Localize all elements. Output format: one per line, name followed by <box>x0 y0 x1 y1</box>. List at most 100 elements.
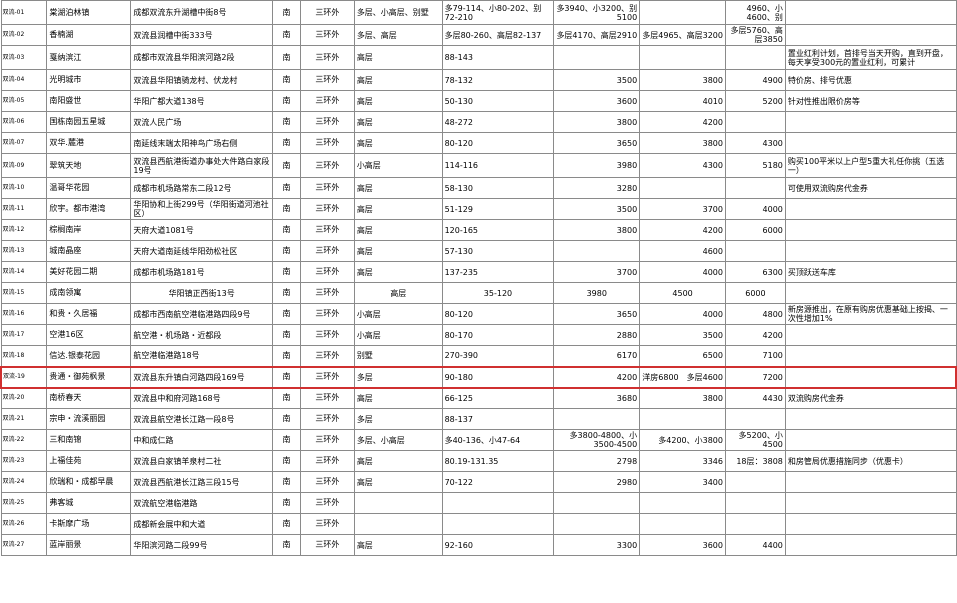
price-mid-cell[interactable]: 6500 <box>639 345 726 367</box>
price-high-cell[interactable] <box>724 471 786 493</box>
building-type-cell[interactable]: 多层、高层 <box>353 24 443 46</box>
row-id-cell[interactable]: 双流-07 <box>0 132 48 154</box>
price-low-cell[interactable] <box>553 240 641 262</box>
price-mid-cell[interactable]: 3700 <box>639 198 726 220</box>
project-name-cell[interactable]: 欣瑞和・成都早晨 <box>46 471 132 493</box>
area-range-cell[interactable]: 80-120 <box>441 132 555 154</box>
area-range-cell[interactable]: 66-125 <box>441 387 555 409</box>
area-range-cell[interactable]: 78-132 <box>441 69 555 91</box>
address-cell[interactable]: 双流县航空港长江路一段8号 <box>130 408 273 430</box>
price-low-cell[interactable]: 3800 <box>553 111 641 133</box>
project-name-cell[interactable]: 棠湖泊林镇 <box>46 0 132 25</box>
promotion-cell[interactable] <box>784 534 957 556</box>
price-mid-cell[interactable]: 4000 <box>639 261 726 283</box>
price-mid-cell[interactable]: 4500 <box>639 282 726 304</box>
price-low-cell[interactable]: 6170 <box>553 345 641 367</box>
building-type-cell[interactable]: 高层 <box>353 177 443 199</box>
price-high-cell[interactable]: 4430 <box>724 387 786 409</box>
address-cell[interactable]: 双流县西航港街道办事处大件路白家段19号 <box>130 153 273 178</box>
direction-cell[interactable]: 南 <box>271 69 301 91</box>
table-row[interactable]: 双流-07 双华.麓港 南延线末端太阳神鸟广场右侧南三环外 高层 80-120 3650 3… <box>0 132 957 154</box>
table-row[interactable]: 双流-03 戛纳滨江 成都市双流县华阳滨河路2段南三环外 高层 88-143 置业红利计划… <box>0 45 957 70</box>
price-high-cell[interactable]: 7100 <box>724 345 786 367</box>
direction-cell[interactable]: 南 <box>271 132 301 154</box>
project-name-cell[interactable]: 弗客城 <box>46 492 132 514</box>
table-row[interactable]: 双流-18 信达.银泰花园 航空港临港路18号南三环外 别墅 270-390 6170 65… <box>0 345 957 367</box>
price-low-cell[interactable]: 3980 <box>553 282 641 304</box>
direction-cell[interactable]: 南 <box>271 261 301 283</box>
area-range-cell[interactable]: 88-137 <box>441 408 555 430</box>
price-high-cell[interactable]: 多层5760、高层3850 <box>724 24 786 46</box>
table-row[interactable]: 双流-27 蓝岸丽景 华阳滨河路二段99号南三环外 高层 92-160 3300 3600 4… <box>0 534 957 556</box>
area-range-cell[interactable]: 80-120 <box>441 303 555 325</box>
price-high-cell[interactable]: 6300 <box>724 261 786 283</box>
direction-cell[interactable]: 南 <box>271 303 301 325</box>
promotion-cell[interactable] <box>784 111 957 133</box>
ring-road-cell[interactable]: 三环外 <box>299 365 355 389</box>
row-id-cell[interactable]: 双流-14 <box>0 261 48 283</box>
row-id-cell[interactable]: 双流-12 <box>0 219 48 241</box>
price-low-cell[interactable]: 多3800-4800、小3500-4500 <box>553 429 641 451</box>
promotion-cell[interactable]: 购买100平米以上户型5重大礼任你挑（五选一） <box>784 153 957 178</box>
price-high-cell[interactable] <box>724 45 786 70</box>
building-type-cell[interactable]: 高层 <box>353 45 443 70</box>
table-row[interactable]: 双流-23 上福佳苑 双流县白家镇羊泉村二社南三环外 高层 80.19-131.35 27… <box>0 450 957 472</box>
table-row[interactable]: 双流-13 城南晶座 天府大道南延线华阳劲松社区南三环外 高层 57-130 4600 <box>0 240 957 262</box>
price-high-cell[interactable]: 4800 <box>724 303 786 325</box>
row-id-cell[interactable]: 双流-09 <box>0 153 48 178</box>
price-high-cell[interactable]: 6000 <box>724 219 786 241</box>
price-mid-cell[interactable]: 4000 <box>639 303 726 325</box>
table-row[interactable]: 双流-17 空港16区 航空港・机场路・近都段南三环外 小高层 80-170 2880 35… <box>0 324 957 346</box>
address-cell[interactable]: 天府大道1081号 <box>130 219 273 241</box>
ring-road-cell[interactable]: 三环外 <box>299 534 355 556</box>
promotion-cell[interactable]: 特价房、排号优惠 <box>784 69 957 91</box>
project-name-cell[interactable]: 欣宇。都市港湾 <box>46 198 132 220</box>
project-name-cell[interactable]: 香楠湖 <box>46 24 132 46</box>
table-row[interactable]: 双流-26 卡斯摩广场 成都新会展中和大道南三环外 <box>0 513 957 535</box>
building-type-cell[interactable] <box>353 513 443 535</box>
row-id-cell[interactable]: 双流-06 <box>0 111 48 133</box>
building-type-cell[interactable]: 小高层 <box>353 153 443 178</box>
price-mid-cell[interactable]: 3346 <box>639 450 726 472</box>
row-id-cell[interactable]: 双流-24 <box>0 471 48 493</box>
ring-road-cell[interactable]: 三环外 <box>299 429 355 451</box>
price-high-cell[interactable]: 4400 <box>724 534 786 556</box>
price-mid-cell[interactable] <box>639 177 726 199</box>
direction-cell[interactable]: 南 <box>271 492 301 514</box>
ring-road-cell[interactable]: 三环外 <box>299 492 355 514</box>
table-row[interactable]: 双流-25 弗客城 双流航空港临港路南三环外 <box>0 492 957 514</box>
direction-cell[interactable]: 南 <box>271 408 301 430</box>
price-high-cell[interactable] <box>724 240 786 262</box>
project-name-cell[interactable]: 光明城市 <box>46 69 132 91</box>
project-name-cell[interactable]: 棕榈南岸 <box>46 219 132 241</box>
price-low-cell[interactable] <box>553 492 641 514</box>
promotion-cell[interactable] <box>784 24 957 46</box>
price-mid-cell[interactable]: 4010 <box>639 90 726 112</box>
direction-cell[interactable]: 南 <box>271 513 301 535</box>
row-id-cell[interactable]: 双流-15 <box>0 282 48 304</box>
promotion-cell[interactable]: 双流购房代金券 <box>784 387 957 409</box>
address-cell[interactable]: 成都双流东升湖槽中街8号 <box>130 0 273 25</box>
direction-cell[interactable]: 南 <box>271 387 301 409</box>
building-type-cell[interactable]: 小高层 <box>353 303 443 325</box>
promotion-cell[interactable]: 新房源推出，在原有购房优惠基础上按揭、一次性增加1% <box>784 303 957 325</box>
direction-cell[interactable]: 南 <box>271 429 301 451</box>
price-low-cell[interactable]: 3700 <box>553 261 641 283</box>
promotion-cell[interactable]: 针对性推出限价房等 <box>784 90 957 112</box>
ring-road-cell[interactable]: 三环外 <box>299 111 355 133</box>
ring-road-cell[interactable]: 三环外 <box>299 0 355 25</box>
address-cell[interactable]: 南延线末端太阳神鸟广场右侧 <box>130 132 273 154</box>
ring-road-cell[interactable]: 三环外 <box>299 408 355 430</box>
ring-road-cell[interactable]: 三环外 <box>299 198 355 220</box>
price-mid-cell[interactable]: 多4200、小3800 <box>639 429 726 451</box>
promotion-cell[interactable] <box>784 365 957 389</box>
direction-cell[interactable]: 南 <box>271 471 301 493</box>
price-low-cell[interactable] <box>553 408 641 430</box>
row-id-cell[interactable]: 双流-20 <box>0 387 48 409</box>
direction-cell[interactable]: 南 <box>271 282 301 304</box>
row-id-cell[interactable]: 双流-01 <box>0 0 48 25</box>
direction-cell[interactable]: 南 <box>271 219 301 241</box>
row-id-cell[interactable]: 双流-03 <box>0 45 48 70</box>
project-name-cell[interactable]: 南桥春天 <box>46 387 132 409</box>
table-row[interactable]: 双流-19 贵通・御苑枫景 双流县东升镇白河路四段169号南三环外 多层 90-180 4… <box>0 365 957 389</box>
